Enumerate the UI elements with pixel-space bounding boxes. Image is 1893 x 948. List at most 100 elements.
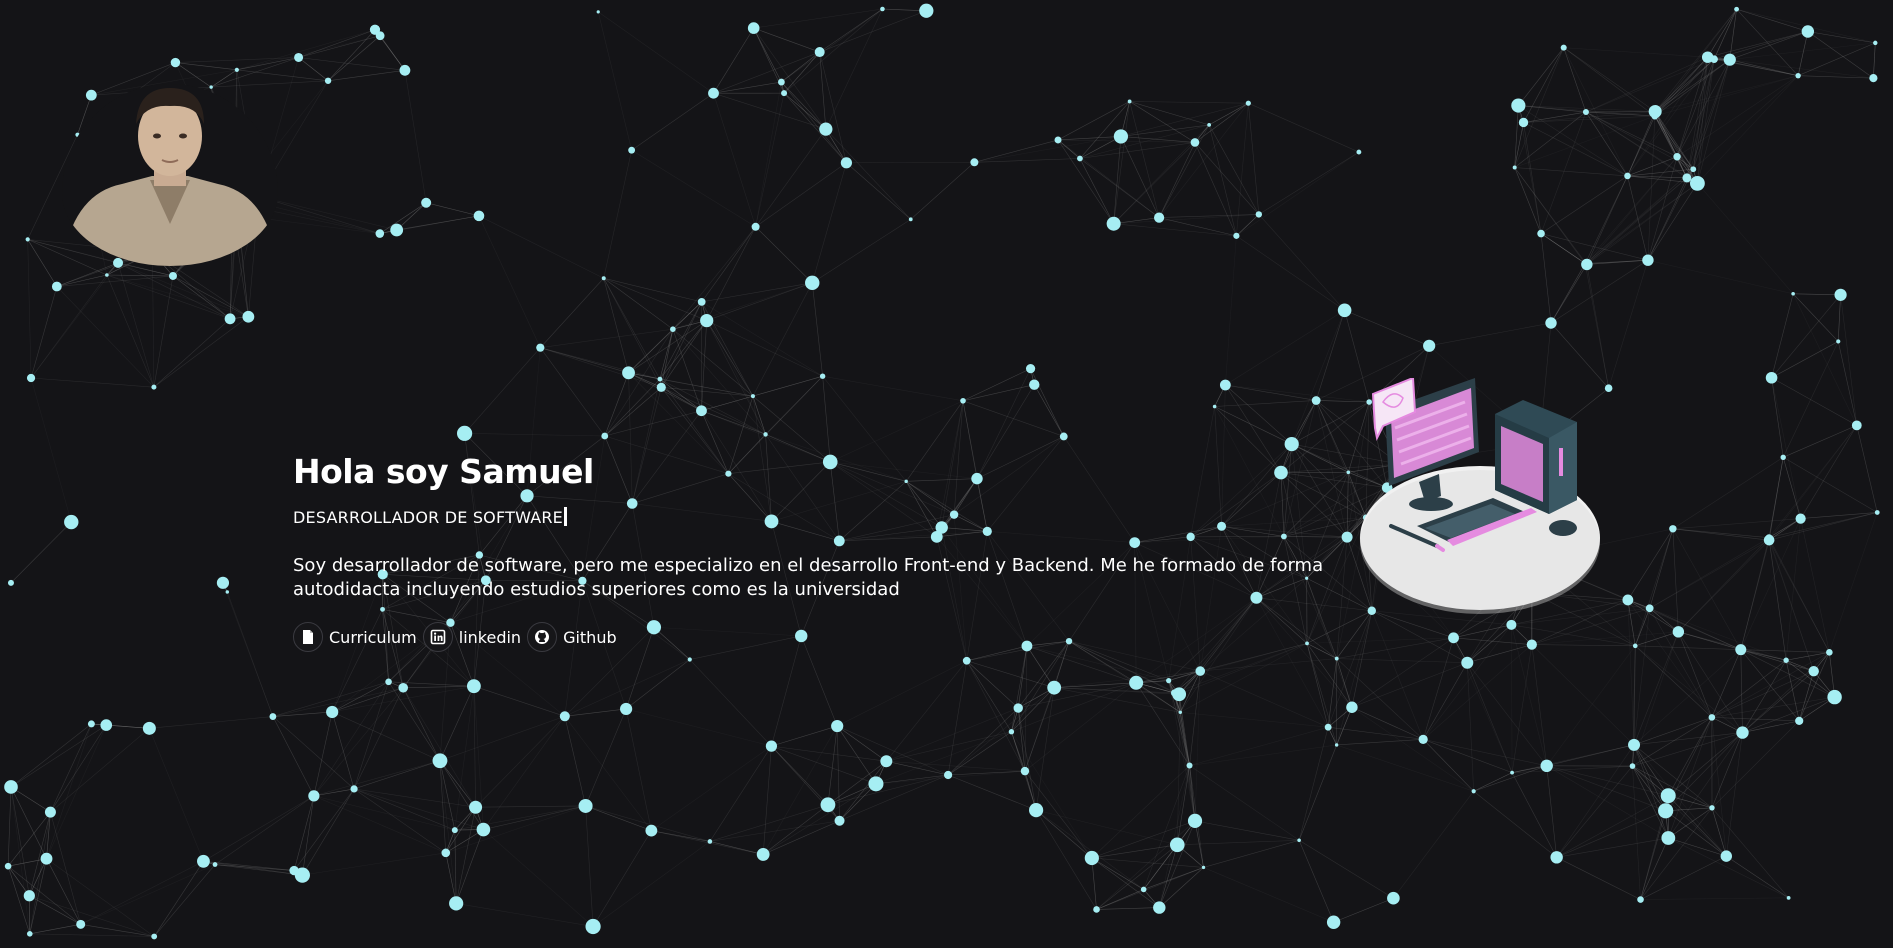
- computer-illustration: [1355, 376, 1605, 618]
- network-node: [1334, 656, 1339, 661]
- network-node: [1025, 364, 1036, 374]
- network-node: [269, 713, 277, 720]
- network-node: [578, 798, 593, 813]
- network-node: [840, 157, 852, 169]
- network-node: [1720, 850, 1732, 862]
- network-node: [350, 785, 358, 793]
- network-node: [1337, 303, 1352, 318]
- network-node: [4, 780, 18, 794]
- network-node: [1471, 789, 1476, 794]
- network-node: [1658, 803, 1674, 819]
- network-node: [1735, 644, 1747, 656]
- network-node: [700, 313, 714, 328]
- network-node: [1127, 99, 1132, 104]
- network-node: [1763, 534, 1775, 546]
- social-links: Curriculum linkedin Github: [293, 622, 1343, 652]
- network-node: [670, 326, 676, 332]
- network-node: [1783, 657, 1789, 663]
- network-node: [170, 57, 181, 68]
- network-node: [1054, 136, 1062, 144]
- network-node: [105, 273, 109, 277]
- hero-description: Soy desarrollador de software, pero me e…: [293, 555, 1324, 600]
- network-node: [1874, 510, 1880, 515]
- network-node: [1780, 454, 1786, 460]
- network-node: [1795, 716, 1804, 725]
- network-node: [819, 373, 826, 379]
- network-node: [1245, 100, 1251, 106]
- network-node: [1201, 865, 1206, 870]
- network-node: [960, 397, 966, 404]
- network-node: [1545, 317, 1557, 329]
- linkedin-link[interactable]: linkedin: [422, 622, 521, 652]
- network-node: [451, 827, 458, 834]
- network-node: [1059, 432, 1068, 441]
- network-node: [708, 87, 719, 99]
- network-node: [398, 682, 409, 693]
- network-node: [1660, 788, 1676, 804]
- network-node: [1795, 72, 1801, 79]
- network-node: [1047, 680, 1062, 695]
- network-node: [1029, 379, 1040, 390]
- network-node: [142, 721, 156, 735]
- network-node: [100, 719, 113, 731]
- network-node: [645, 824, 658, 837]
- network-node: [375, 229, 385, 238]
- network-node: [1324, 723, 1332, 731]
- network-node: [1624, 172, 1631, 180]
- network-node: [1765, 371, 1778, 384]
- network-node: [1186, 762, 1193, 769]
- network-node: [44, 806, 56, 818]
- network-node: [1540, 759, 1553, 773]
- network-node: [399, 64, 411, 76]
- network-node: [151, 933, 158, 940]
- network-node: [476, 822, 491, 837]
- network-node: [1172, 687, 1187, 702]
- network-node: [385, 678, 392, 686]
- network-node: [536, 343, 545, 352]
- network-node: [1013, 703, 1023, 713]
- network-node: [1311, 396, 1321, 405]
- network-node: [473, 210, 485, 222]
- network-node: [390, 223, 404, 237]
- network-node: [1212, 404, 1217, 409]
- network-node: [1423, 339, 1436, 352]
- network-node: [1873, 40, 1878, 46]
- network-node: [1673, 153, 1681, 161]
- network-node: [1526, 639, 1537, 650]
- network-node: [1518, 117, 1529, 128]
- network-node: [441, 848, 451, 858]
- network-node: [197, 854, 210, 868]
- network-node: [1682, 173, 1692, 183]
- network-node: [23, 890, 35, 902]
- network-node: [1622, 594, 1634, 606]
- network-node: [1129, 675, 1144, 690]
- network-node: [620, 702, 633, 716]
- network-node: [1604, 384, 1613, 393]
- network-node: [1341, 531, 1353, 543]
- network-node: [1178, 710, 1182, 715]
- network-node: [601, 432, 609, 440]
- network-node: [1461, 656, 1474, 669]
- network-node: [868, 776, 884, 792]
- network-node: [656, 382, 666, 392]
- network-node: [622, 366, 635, 380]
- network-node: [1786, 895, 1791, 900]
- network-node: [1346, 470, 1351, 475]
- network-node: [1672, 626, 1685, 638]
- network-node: [819, 122, 833, 136]
- network-node: [919, 3, 934, 18]
- curriculum-link[interactable]: Curriculum: [293, 622, 417, 652]
- network-node: [756, 848, 770, 861]
- network-node: [1506, 619, 1517, 630]
- network-node: [26, 931, 33, 937]
- network-node: [1153, 901, 1166, 914]
- network-node: [326, 705, 339, 719]
- network-node: [831, 719, 844, 733]
- network-node: [1084, 850, 1099, 866]
- github-link[interactable]: Github: [527, 622, 617, 652]
- network-node: [1637, 896, 1644, 903]
- network-node: [1187, 813, 1203, 828]
- network-node: [628, 146, 636, 154]
- network-node: [51, 281, 62, 292]
- network-node: [216, 576, 230, 589]
